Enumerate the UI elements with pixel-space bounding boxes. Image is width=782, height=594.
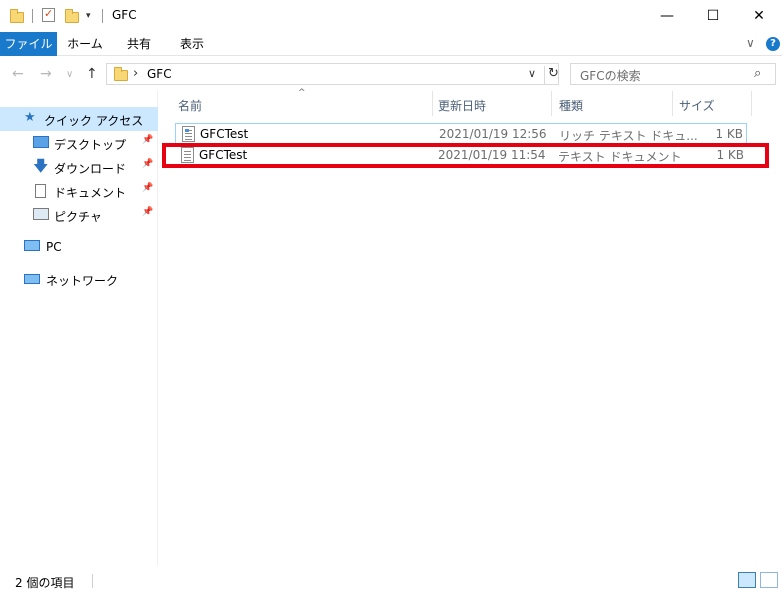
sidebar-item-desktop[interactable]: デスクトップ 📌	[0, 131, 158, 155]
separator	[102, 9, 103, 23]
sidebar-item-quick-access[interactable]: ★ クイック アクセス	[0, 107, 158, 131]
pin-icon[interactable]: 📌	[142, 159, 153, 169]
column-header-label: 種類	[559, 99, 584, 113]
details-view-icon[interactable]	[738, 572, 756, 588]
highlight-annotation-box	[162, 143, 769, 168]
rtf-file-icon	[182, 126, 195, 142]
up-button[interactable]: ↑	[86, 66, 98, 82]
folder-icon	[10, 9, 24, 23]
address-bar[interactable]: › GFC ∨ ↻	[106, 63, 559, 85]
download-icon: 🡇	[33, 157, 49, 175]
file-date: 2021/01/19 12:56	[439, 127, 547, 141]
pin-icon[interactable]: 📌	[142, 135, 153, 145]
pin-icon[interactable]: 📌	[142, 207, 153, 217]
separator	[92, 574, 93, 588]
navigation-bar: ← → ∨ ↑ › GFC ∨ ↻ GFCの検索 ⌕	[0, 57, 782, 91]
sidebar-item-network[interactable]: ネットワーク	[0, 267, 158, 291]
back-button[interactable]: ←	[12, 66, 24, 82]
sidebar-item-label: デスクトップ	[54, 138, 127, 152]
ribbon-tabs: ファイル ホーム 共有 表示 ∨ ?	[0, 32, 782, 56]
properties-icon[interactable]	[42, 7, 55, 22]
pc-icon	[24, 240, 40, 251]
forward-button[interactable]: →	[40, 66, 52, 82]
breadcrumb-gfc[interactable]: GFC	[147, 67, 172, 81]
desktop-icon	[33, 136, 49, 148]
column-header-label: 名前	[178, 99, 203, 113]
sidebar-item-label: PC	[46, 240, 62, 254]
sidebar-item-label: ダウンロード	[54, 162, 127, 176]
sidebar-item-label: ドキュメント	[54, 186, 127, 200]
column-divider[interactable]	[751, 91, 752, 116]
documents-icon	[35, 184, 46, 198]
search-box[interactable]: GFCの検索 ⌕	[570, 63, 776, 85]
sidebar-item-pictures[interactable]: ピクチャ 📌	[0, 203, 158, 227]
column-header-type[interactable]: 種類	[552, 91, 672, 116]
column-header-date[interactable]: 更新日時	[433, 91, 551, 116]
network-icon	[24, 274, 40, 284]
search-input[interactable]: GFCの検索	[580, 67, 641, 84]
minimize-button[interactable]: —	[644, 0, 690, 32]
search-icon[interactable]: ⌕	[754, 66, 761, 81]
large-icons-view-icon[interactable]	[760, 572, 778, 588]
tab-view[interactable]: 表示	[165, 32, 219, 56]
column-header-name[interactable]: 名前	[172, 91, 432, 116]
file-type: リッチ テキスト ドキュ...	[559, 129, 698, 143]
new-folder-icon[interactable]	[65, 9, 79, 23]
refresh-icon[interactable]: ↻	[544, 66, 559, 84]
sidebar-item-label: ピクチャ	[54, 210, 102, 224]
customize-quick-access-icon[interactable]: ▾	[86, 11, 91, 21]
star-icon: ★	[24, 110, 36, 125]
close-button[interactable]: ✕	[736, 0, 782, 32]
item-count: 2 個の項目	[15, 576, 75, 590]
tab-home[interactable]: ホーム	[57, 32, 113, 56]
column-header-label: 更新日時	[438, 99, 487, 113]
file-size: 1 KB	[715, 127, 743, 141]
sidebar-item-downloads[interactable]: 🡇 ダウンロード 📌	[0, 155, 158, 179]
address-dropdown-icon[interactable]: ∨	[528, 67, 536, 80]
sidebar-item-label: クイック アクセス	[44, 114, 144, 128]
breadcrumb-separator[interactable]: ›	[133, 66, 138, 81]
file-row[interactable]: GFCTest 2021/01/19 12:56 リッチ テキスト ドキュ...…	[175, 123, 747, 144]
status-bar: 2 個の項目	[0, 566, 782, 594]
column-header-label: サイズ	[679, 99, 715, 113]
folder-icon	[114, 67, 128, 81]
pictures-icon	[33, 208, 49, 220]
recent-locations-button[interactable]: ∨	[66, 69, 73, 80]
tab-file[interactable]: ファイル	[0, 32, 57, 56]
window-title: GFC	[112, 8, 137, 22]
separator	[32, 9, 33, 23]
file-name: GFCTest	[200, 127, 249, 141]
tab-share[interactable]: 共有	[113, 32, 165, 56]
help-icon[interactable]: ?	[766, 37, 780, 51]
column-header-size[interactable]: サイズ	[673, 91, 751, 116]
expand-ribbon-icon[interactable]: ∨	[746, 36, 755, 50]
sidebar-item-label: ネットワーク	[46, 274, 119, 288]
sidebar-item-documents[interactable]: ドキュメント 📌	[0, 179, 158, 203]
maximize-button[interactable]: ☐	[690, 0, 736, 32]
title-bar: ▾ GFC — ☐ ✕	[0, 0, 782, 32]
navigation-pane: ★ クイック アクセス デスクトップ 📌 🡇 ダウンロード 📌 ドキュメント 📌…	[0, 91, 158, 565]
pin-icon[interactable]: 📌	[142, 183, 153, 193]
sidebar-item-pc[interactable]: PC	[0, 235, 158, 259]
